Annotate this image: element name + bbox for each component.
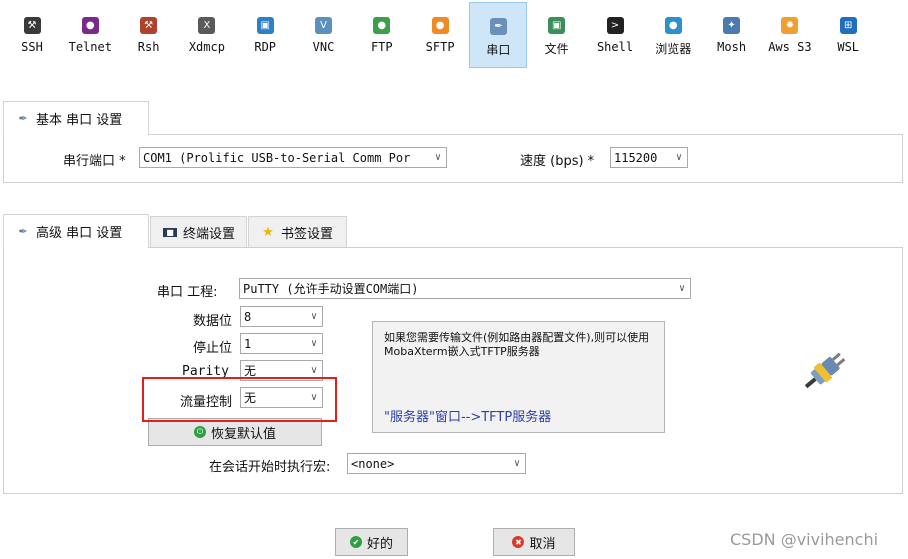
tab-advanced-serial-settings[interactable]: ✒ 高级 串口 设置	[3, 214, 149, 248]
serial-plug-icon: ✒	[489, 18, 507, 35]
tftp-server-link[interactable]: "服务器"窗口-->TFTP服务器	[384, 406, 551, 425]
basic-settings-panel	[3, 134, 903, 183]
toolbar-item-label: Telnet	[68, 40, 112, 54]
stop-bits-label: 停止位	[193, 341, 233, 356]
mosh-satellite-icon: ✦	[723, 17, 741, 34]
toolbar-item-label: 串口	[486, 43, 511, 57]
rdp-icon: ▣	[256, 17, 274, 34]
toolbar-item-label: Aws S3	[768, 40, 812, 54]
toolbar-item-serial-plug[interactable]: ✒ 串口	[469, 2, 528, 68]
toolbar-item-aws-s3[interactable]: ✹ Aws S3	[761, 2, 819, 68]
toolbar-item-browser-globe[interactable]: ● 浏览器	[644, 2, 702, 68]
ok-button[interactable]: ✔ 好的	[335, 528, 408, 556]
flow-control-highlight	[142, 377, 337, 422]
tab-bookmark-settings[interactable]: ★ 书签设置	[248, 216, 347, 248]
toolbar-item-rsh[interactable]: ⚒ Rsh	[120, 2, 178, 68]
rsh-icon: ⚒	[140, 17, 158, 34]
data-bits-label: 数据位	[193, 314, 233, 329]
toolbar-item-label: RDP	[254, 40, 277, 54]
sftp-icon: ●	[431, 17, 449, 34]
check-icon: ✔	[349, 536, 362, 548]
toolbar-item-wsl-windows[interactable]: ⊞ WSL	[819, 2, 877, 68]
tab-terminal-settings[interactable]: ■ 终端设置	[150, 216, 247, 248]
macro-label: 在会话开始时执行宏:	[209, 460, 331, 475]
cancel-button[interactable]: ✖ 取消	[493, 528, 575, 556]
tftp-info-text: 如果您需要传输文件(例如路由器配置文件),则可以使用MobaXterm嵌入式TF…	[384, 331, 650, 358]
stop-bits-select[interactable]: 1 ∨	[240, 333, 323, 354]
ftp-icon: ●	[373, 17, 391, 34]
chevron-down-icon: ∨	[675, 152, 683, 163]
serial-plug-icon	[804, 352, 846, 389]
toolbar-item-label: 浏览器	[655, 42, 692, 56]
tab-terminal-label: 终端设置	[183, 227, 236, 242]
chevron-down-icon: ∨	[310, 365, 318, 376]
toolbar-item-mosh-satellite[interactable]: ✦ Mosh	[703, 2, 761, 68]
chevron-down-icon: ∨	[310, 311, 318, 322]
session-type-toolbar: ⚒ SSH ● Telnet ⚒ Rsh X Xdmcp ▣ RDP V VNC ● FTP ● SFTP ✒ 串…	[0, 2, 908, 68]
toolbar-item-label: Rsh	[137, 40, 160, 54]
toolbar-item-vnc[interactable]: V VNC	[295, 2, 353, 68]
toolbar-item-label: WSL	[837, 40, 860, 54]
power-icon: ⏻	[193, 426, 206, 438]
serial-plug-icon: ✒	[18, 225, 28, 238]
toolbar-item-label: SFTP	[425, 40, 455, 54]
shell-icon: >	[606, 17, 624, 34]
wsl-windows-icon: ⊞	[839, 17, 857, 34]
serial-engine-label: 串口 工程:	[157, 285, 218, 300]
speed-label: 速度 (bps) *	[520, 154, 595, 169]
toolbar-item-ssh[interactable]: ⚒ SSH	[3, 2, 61, 68]
serial-engine-select[interactable]: PuTTY (允许手动设置COM端口) ∨	[239, 278, 691, 299]
xdmcp-icon: X	[198, 17, 216, 34]
toolbar-item-label: Shell	[596, 40, 634, 54]
terminal-icon: ■	[163, 228, 177, 237]
ssh-icon: ⚒	[23, 17, 41, 34]
toolbar-item-xdmcp[interactable]: X Xdmcp	[178, 2, 236, 68]
toolbar-item-label: VNC	[312, 40, 335, 54]
toolbar-item-telnet[interactable]: ● Telnet	[61, 2, 119, 68]
vnc-icon: V	[315, 17, 332, 34]
close-icon: ✖	[512, 536, 525, 548]
chevron-down-icon: ∨	[434, 152, 442, 163]
tab-basic-serial-settings[interactable]: ✒ 基本 串口 设置	[3, 101, 149, 135]
toolbar-item-ftp[interactable]: ● FTP	[353, 2, 411, 68]
watermark-text: CSDN @vivihenchi	[730, 530, 879, 549]
toolbar-item-label: FTP	[370, 40, 393, 54]
tab-bookmark-label: 书签设置	[281, 227, 334, 242]
chevron-down-icon: ∨	[678, 283, 686, 294]
tab-basic-label: 基本 串口 设置	[36, 113, 123, 128]
star-icon: ★	[262, 225, 274, 240]
tab-advanced-label: 高级 串口 设置	[36, 226, 123, 241]
data-bits-select[interactable]: 8 ∨	[240, 306, 323, 327]
macro-select[interactable]: <none> ∨	[347, 453, 526, 474]
chevron-down-icon: ∨	[310, 338, 318, 349]
toolbar-item-label: Xdmcp	[188, 40, 225, 54]
tftp-info-box: 如果您需要传输文件(例如路由器配置文件),则可以使用MobaXterm嵌入式TF…	[372, 321, 665, 433]
serial-port-label: 串行端口 *	[63, 154, 126, 169]
restore-defaults-button[interactable]: ⏻ 恢复默认值	[148, 418, 322, 446]
file-icon: ▣	[548, 17, 566, 34]
telnet-icon: ●	[81, 17, 99, 34]
toolbar-item-sftp[interactable]: ● SFTP	[411, 2, 469, 68]
browser-globe-icon: ●	[664, 17, 682, 34]
toolbar-item-rdp[interactable]: ▣ RDP	[236, 2, 294, 68]
toolbar-item-file[interactable]: ▣ 文件	[528, 2, 586, 68]
serial-plug-icon: ✒	[18, 112, 28, 125]
toolbar-item-label: Mosh	[717, 40, 747, 54]
toolbar-item-shell[interactable]: > Shell	[586, 2, 644, 68]
serial-port-select[interactable]: COM1 (Prolific USB-to-Serial Comm Por ∨	[139, 147, 447, 168]
speed-select[interactable]: 115200 ∨	[610, 147, 688, 168]
toolbar-item-label: 文件	[544, 42, 569, 56]
toolbar-item-label: SSH	[21, 40, 43, 54]
chevron-down-icon: ∨	[513, 458, 521, 469]
aws-s3-icon: ✹	[781, 17, 799, 34]
